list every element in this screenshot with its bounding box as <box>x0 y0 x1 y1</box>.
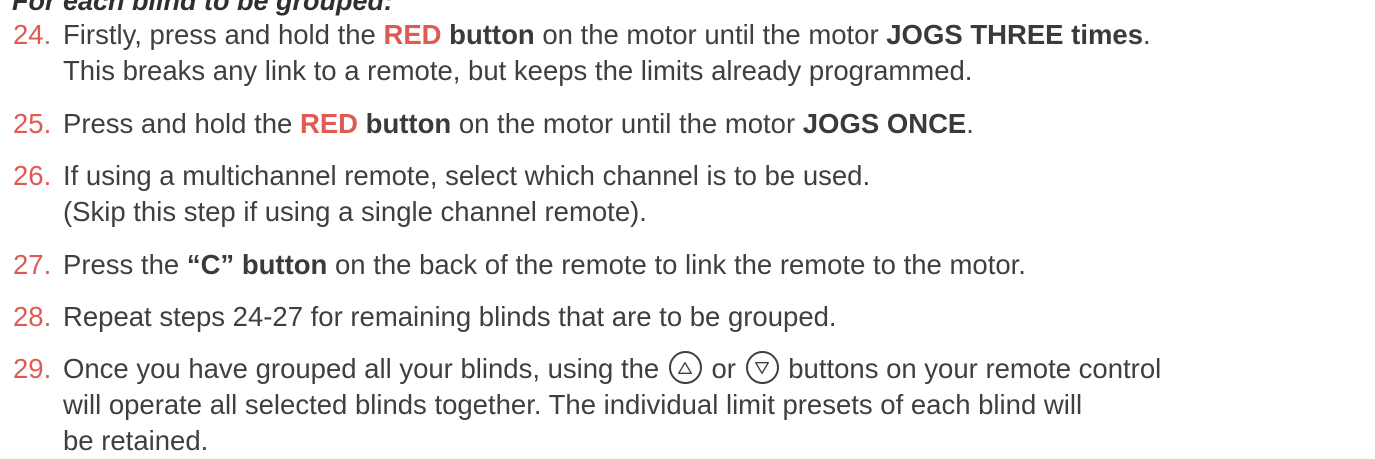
text-run: on the motor until the motor <box>451 108 803 139</box>
step-25: 25. Press and hold the RED button on the… <box>13 106 1368 142</box>
instruction-page: For each blind to be grouped: 24. Firstl… <box>0 0 1375 459</box>
step-line: Repeat steps 24-27 for remaining blinds … <box>63 301 837 332</box>
section-heading: For each blind to be grouped: <box>12 0 393 16</box>
text-run: Press and hold the <box>63 108 300 139</box>
step-line: This breaks any link to a remote, but ke… <box>63 55 973 86</box>
red-emphasis: RED <box>383 19 442 50</box>
step-line: be retained. <box>63 425 209 457</box>
bold-emphasis: JOGS ONCE <box>802 108 967 139</box>
bold-emphasis: “C” button <box>186 249 328 280</box>
text-run: . <box>1143 19 1151 50</box>
step-27: 27. Press the “C” button on the back of … <box>13 247 1368 283</box>
step-number: 29. <box>13 353 52 384</box>
text-run: on the back of the remote to link the re… <box>327 249 1026 280</box>
text-run: or <box>703 353 744 384</box>
step-number: 25. <box>13 108 52 139</box>
step-number: 28. <box>13 301 52 332</box>
step-number: 26. <box>13 160 52 191</box>
step-24: 24. Firstly, press and hold the RED butt… <box>13 17 1368 89</box>
step-body: If using a multichannel remote, select w… <box>63 158 1368 230</box>
step-line: will operate all selected blinds togethe… <box>63 389 1083 421</box>
red-emphasis: RED <box>299 108 359 139</box>
step-26: 26. If using a multichannel remote, sele… <box>13 158 1368 230</box>
step-number: 24. <box>13 19 52 50</box>
step-28: 28. Repeat steps 24-27 for remaining bli… <box>13 299 1368 335</box>
up-triangle-button-icon <box>668 351 702 385</box>
text-run: on the motor until the motor <box>534 19 887 50</box>
text-run: Press the <box>63 249 187 280</box>
step-body: Firstly, press and hold the RED button o… <box>63 17 1368 89</box>
text-run: Once you have grouped all your blinds, u… <box>63 353 667 384</box>
step-number: 27. <box>13 249 52 280</box>
step-29: 29. Once you have grouped all your blind… <box>13 351 1368 459</box>
bold-emphasis: JOGS THREE times <box>886 19 1144 50</box>
bold-emphasis: button <box>365 108 452 139</box>
text-run: buttons on your remote control <box>780 353 1162 384</box>
step-line: Press the “C” button on the back of the … <box>63 247 1368 283</box>
text-run: Firstly, press and hold the <box>63 19 384 50</box>
step-line: Once you have grouped all your blinds, u… <box>63 351 1368 387</box>
text-run <box>358 108 366 139</box>
step-body: Press the “C” button on the back of the … <box>63 247 1368 283</box>
bold-emphasis: button <box>449 19 535 50</box>
down-triangle-button-icon <box>745 351 779 385</box>
step-line: Firstly, press and hold the RED button o… <box>63 17 1368 53</box>
step-line: If using a multichannel remote, select w… <box>63 160 871 191</box>
text-run: . <box>966 108 974 139</box>
step-body: Repeat steps 24-27 for remaining blinds … <box>63 299 1368 335</box>
step-line: Press and hold the RED button on the mot… <box>63 106 1368 142</box>
step-body: Press and hold the RED button on the mot… <box>63 106 1368 142</box>
step-line: (Skip this step if using a single channe… <box>63 196 647 227</box>
step-body: Once you have grouped all your blinds, u… <box>63 351 1368 459</box>
